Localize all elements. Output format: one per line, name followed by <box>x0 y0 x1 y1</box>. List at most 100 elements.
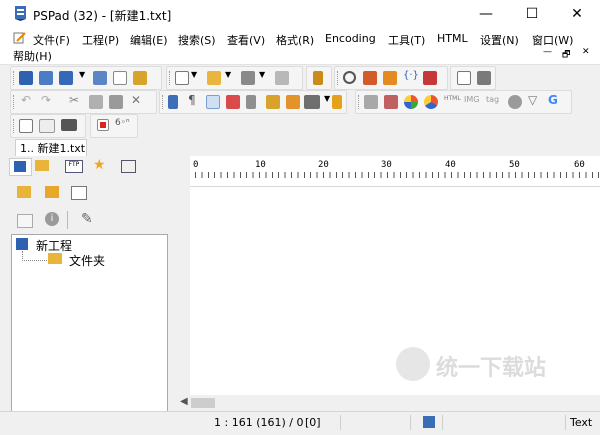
color-picker-icon[interactable] <box>424 95 438 109</box>
code-tree-icon[interactable] <box>313 71 323 85</box>
toolbar-grip[interactable] <box>13 119 16 133</box>
tools-wrench-icon[interactable]: ✎ <box>81 211 93 227</box>
editor-area[interactable]: 统一下载站 <box>190 187 600 395</box>
tree-folder-label[interactable]: 文件夹 <box>69 252 105 269</box>
new-project-icon[interactable] <box>19 71 33 85</box>
open-file-icon[interactable] <box>207 71 221 85</box>
menu-settings[interactable]: 设置(N) <box>480 32 519 48</box>
mdi-minimize-icon[interactable]: — <box>543 47 552 57</box>
remove-folder-icon[interactable] <box>45 186 59 198</box>
toolbar-print <box>450 66 496 90</box>
menu-window[interactable]: 窗口(W) <box>532 32 573 48</box>
menu-encoding[interactable]: Encoding <box>325 32 376 45</box>
panel-tab-favorites-icon[interactable]: ★ <box>93 157 106 173</box>
dropdown-arrow-icon[interactable]: ▼ <box>191 70 197 84</box>
panel-tab-ftp-icon[interactable]: FTP <box>65 160 83 173</box>
panel-tab-files-icon[interactable] <box>35 160 49 171</box>
word-wrap-icon[interactable] <box>206 95 220 109</box>
redo-icon[interactable]: ↷ <box>41 93 55 107</box>
horizontal-scrollbar[interactable]: ◀ <box>175 395 600 411</box>
readonly-lock-icon[interactable] <box>266 95 280 109</box>
format-icon[interactable] <box>364 95 378 109</box>
highlighter-icon[interactable] <box>226 95 240 109</box>
printer-icon[interactable] <box>477 71 491 85</box>
toolbar-grip[interactable] <box>169 71 172 85</box>
save-file-icon[interactable] <box>241 71 255 85</box>
toolbar-grip[interactable] <box>162 95 165 109</box>
menu-help[interactable]: 帮助(H) <box>13 48 52 64</box>
save-all-icon[interactable] <box>275 71 289 85</box>
search-files-icon[interactable] <box>383 71 397 85</box>
panel-tab-project[interactable] <box>9 158 32 176</box>
document-tab[interactable]: 1.. 新建1.txt <box>15 139 87 156</box>
play-macro-icon[interactable] <box>19 119 33 133</box>
cut-icon[interactable]: ✂ <box>69 93 83 107</box>
html-text-icon[interactable]: HTML <box>444 95 461 109</box>
menu-format[interactable]: 格式(R) <box>276 32 314 48</box>
tag-folder-icon[interactable] <box>71 186 87 200</box>
delete-icon[interactable]: ✕ <box>131 93 145 107</box>
console-icon[interactable] <box>61 119 77 131</box>
menu-file[interactable]: 文件(F) <box>33 32 70 48</box>
syntax-mode[interactable]: Text <box>570 416 592 429</box>
dropdown-arrow-icon[interactable]: ▼ <box>259 70 265 84</box>
paste-icon[interactable] <box>109 95 123 109</box>
search-icon[interactable] <box>343 71 356 84</box>
close-button[interactable]: ✕ <box>554 0 600 28</box>
match-bracket-icon[interactable]: {·} <box>403 70 419 84</box>
tag-icon[interactable]: tag <box>486 95 504 109</box>
pilcrow-icon[interactable]: ¶ <box>188 93 202 107</box>
menu-tools[interactable]: 工具(T) <box>388 32 425 48</box>
toolbar-grip[interactable] <box>13 71 16 85</box>
text-diff-icon[interactable] <box>384 95 398 109</box>
log-icon[interactable] <box>113 71 127 85</box>
panel-splitter[interactable] <box>170 156 188 396</box>
menu-edit[interactable]: 编辑(E) <box>130 32 168 48</box>
dropdown-arrow-icon[interactable]: ▼ <box>79 70 85 84</box>
scrollbar-thumb[interactable] <box>191 398 215 408</box>
mdi-restore-icon[interactable]: 🗗 <box>562 47 570 63</box>
print-preview-icon[interactable] <box>457 71 471 85</box>
syntax-icon[interactable] <box>304 95 320 109</box>
web-icon[interactable] <box>508 95 522 109</box>
google-search-icon[interactable]: G <box>548 93 562 107</box>
column-select-icon[interactable] <box>246 95 256 109</box>
panel-tab-windows-icon[interactable] <box>121 160 136 173</box>
menu-search[interactable]: 搜索(S) <box>178 32 216 48</box>
scroll-left-icon[interactable]: ◀ <box>180 396 188 407</box>
copy-icon[interactable] <box>89 95 103 109</box>
minimize-button[interactable]: — <box>463 0 509 28</box>
project-settings-icon[interactable] <box>133 71 147 85</box>
pin-icon[interactable] <box>332 95 342 109</box>
record-macro-icon[interactable] <box>97 119 109 131</box>
toolbar-grip[interactable] <box>13 95 16 109</box>
add-folder-icon[interactable] <box>17 186 31 198</box>
panel-separator <box>67 211 68 229</box>
glasses-icon[interactable]: 6◦ⁿ <box>115 118 130 132</box>
menu-project[interactable]: 工程(P) <box>82 32 119 48</box>
cursor-icon[interactable] <box>286 95 300 109</box>
toolbar-grip[interactable] <box>358 95 361 109</box>
maximize-button[interactable]: ☐ <box>509 0 555 28</box>
menu-html[interactable]: HTML <box>437 32 468 45</box>
close-folder-icon[interactable] <box>17 214 33 228</box>
color-wheel-icon[interactable] <box>404 95 418 109</box>
menu-view[interactable]: 查看(V) <box>227 32 265 48</box>
replace-icon[interactable] <box>363 71 377 85</box>
new-file-icon[interactable] <box>175 71 189 85</box>
line-numbers-icon[interactable] <box>168 95 178 109</box>
hex-view-icon[interactable] <box>39 119 55 133</box>
save-project-icon[interactable] <box>59 71 73 85</box>
toolbar-grip[interactable] <box>337 71 340 85</box>
filter-icon[interactable]: ▽ <box>528 93 542 107</box>
dropdown-arrow-icon[interactable]: ▼ <box>324 94 330 108</box>
open-project-icon[interactable] <box>39 71 53 85</box>
project-files-icon[interactable] <box>93 71 107 85</box>
dropdown-arrow-icon[interactable]: ▼ <box>225 70 231 84</box>
image-tag-icon[interactable]: IMG <box>464 95 482 109</box>
bookmark-icon[interactable] <box>423 71 437 85</box>
info-icon[interactable]: i <box>45 212 59 226</box>
undo-icon[interactable]: ↶ <box>21 93 35 107</box>
mdi-close-icon[interactable]: ✕ <box>582 47 590 57</box>
line-ending-icon[interactable] <box>423 416 435 428</box>
